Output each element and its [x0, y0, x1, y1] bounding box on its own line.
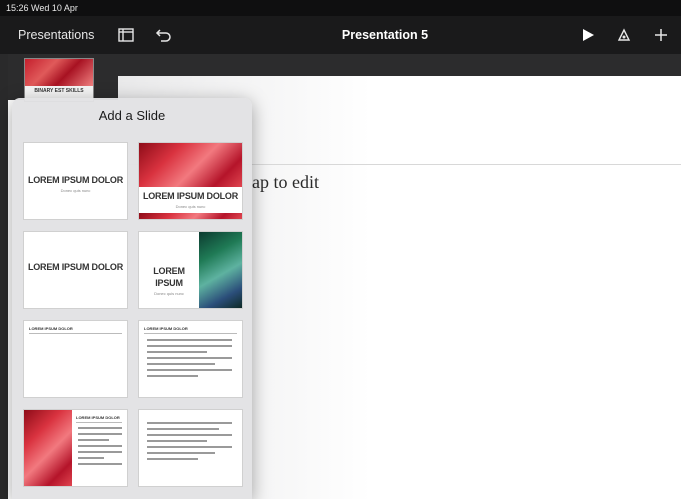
- layout-title-text: LOREM IPSUM DOLOR: [29, 326, 73, 331]
- canvas-top-band: [118, 54, 681, 76]
- slide-navigator-edge: [0, 54, 8, 499]
- layout-subtitle-text: Donec quis nunc: [60, 188, 91, 193]
- sidebar-layout-icon[interactable]: [115, 16, 137, 54]
- presentations-button[interactable]: Presentations: [18, 16, 94, 54]
- layout-title-top[interactable]: LOREM IPSUM DOLOR: [23, 320, 128, 398]
- layout-title[interactable]: LOREM IPSUM DOLOR Donec quis nunc: [23, 142, 128, 220]
- layout-title-line2: IPSUM: [155, 278, 183, 288]
- toolbar: Presentations Presentation 5: [0, 16, 681, 54]
- add-icon[interactable]: [650, 16, 672, 54]
- play-icon[interactable]: [577, 16, 599, 54]
- layout-title-text: LOREM IPSUM DOLOR: [144, 326, 188, 331]
- layout-photo-bullets[interactable]: LOREM IPSUM DOLOR: [23, 409, 128, 487]
- layout-bullets[interactable]: [138, 409, 243, 487]
- layout-title-only[interactable]: LOREM IPSUM DOLOR: [23, 231, 128, 309]
- layout-subtitle-text: Donec quis nunc: [154, 291, 184, 296]
- status-bar: 15:26 Wed 10 Apr: [0, 0, 681, 16]
- layout-rule: [29, 333, 122, 334]
- layout-photo: [139, 143, 242, 187]
- format-brush-icon[interactable]: [613, 16, 635, 54]
- add-slide-popover: Add a Slide LOREM IPSUM DOLOR Donec quis…: [12, 98, 252, 499]
- layout-title-photo-right[interactable]: LOREM IPSUM Donec quis nunc: [138, 231, 243, 309]
- layout-bullet-lines: [78, 427, 122, 469]
- layout-photo-strip: [139, 213, 242, 219]
- layout-title-photo[interactable]: LOREM IPSUM DOLOR Donec quis nunc: [138, 142, 243, 220]
- thumbnail-title: BINARY EST SKILLS: [34, 88, 84, 94]
- layout-title-text: LOREM IPSUM DOLOR: [27, 262, 124, 272]
- layout-subtitle-text: Donec quis nunc: [175, 204, 206, 209]
- layout-title-bullets[interactable]: LOREM IPSUM DOLOR: [138, 320, 243, 398]
- layout-title-text: LOREM IPSUM DOLOR: [27, 175, 124, 185]
- undo-icon[interactable]: [153, 16, 175, 54]
- slide-thumbnail[interactable]: BINARY EST SKILLS: [24, 58, 94, 102]
- layout-rule: [144, 333, 237, 334]
- document-title: Presentation 5: [341, 28, 429, 42]
- layout-bullet-lines: [147, 339, 232, 381]
- layout-title-text: LOREM IPSUM DOLOR: [142, 191, 239, 201]
- layout-rule: [76, 422, 122, 423]
- layout-title-line1: LOREM: [153, 266, 185, 276]
- body-placeholder[interactable]: ap to edit: [252, 172, 319, 193]
- status-time-date: 15:26 Wed 10 Apr: [6, 3, 78, 13]
- layout-photo: [199, 232, 242, 308]
- layout-bullet-lines: [147, 422, 232, 464]
- layout-photo: [24, 410, 72, 486]
- add-slide-title: Add a Slide: [98, 108, 166, 123]
- layout-title-text: LOREM IPSUM DOLOR: [76, 415, 120, 420]
- thumbnail-image: [25, 59, 93, 86]
